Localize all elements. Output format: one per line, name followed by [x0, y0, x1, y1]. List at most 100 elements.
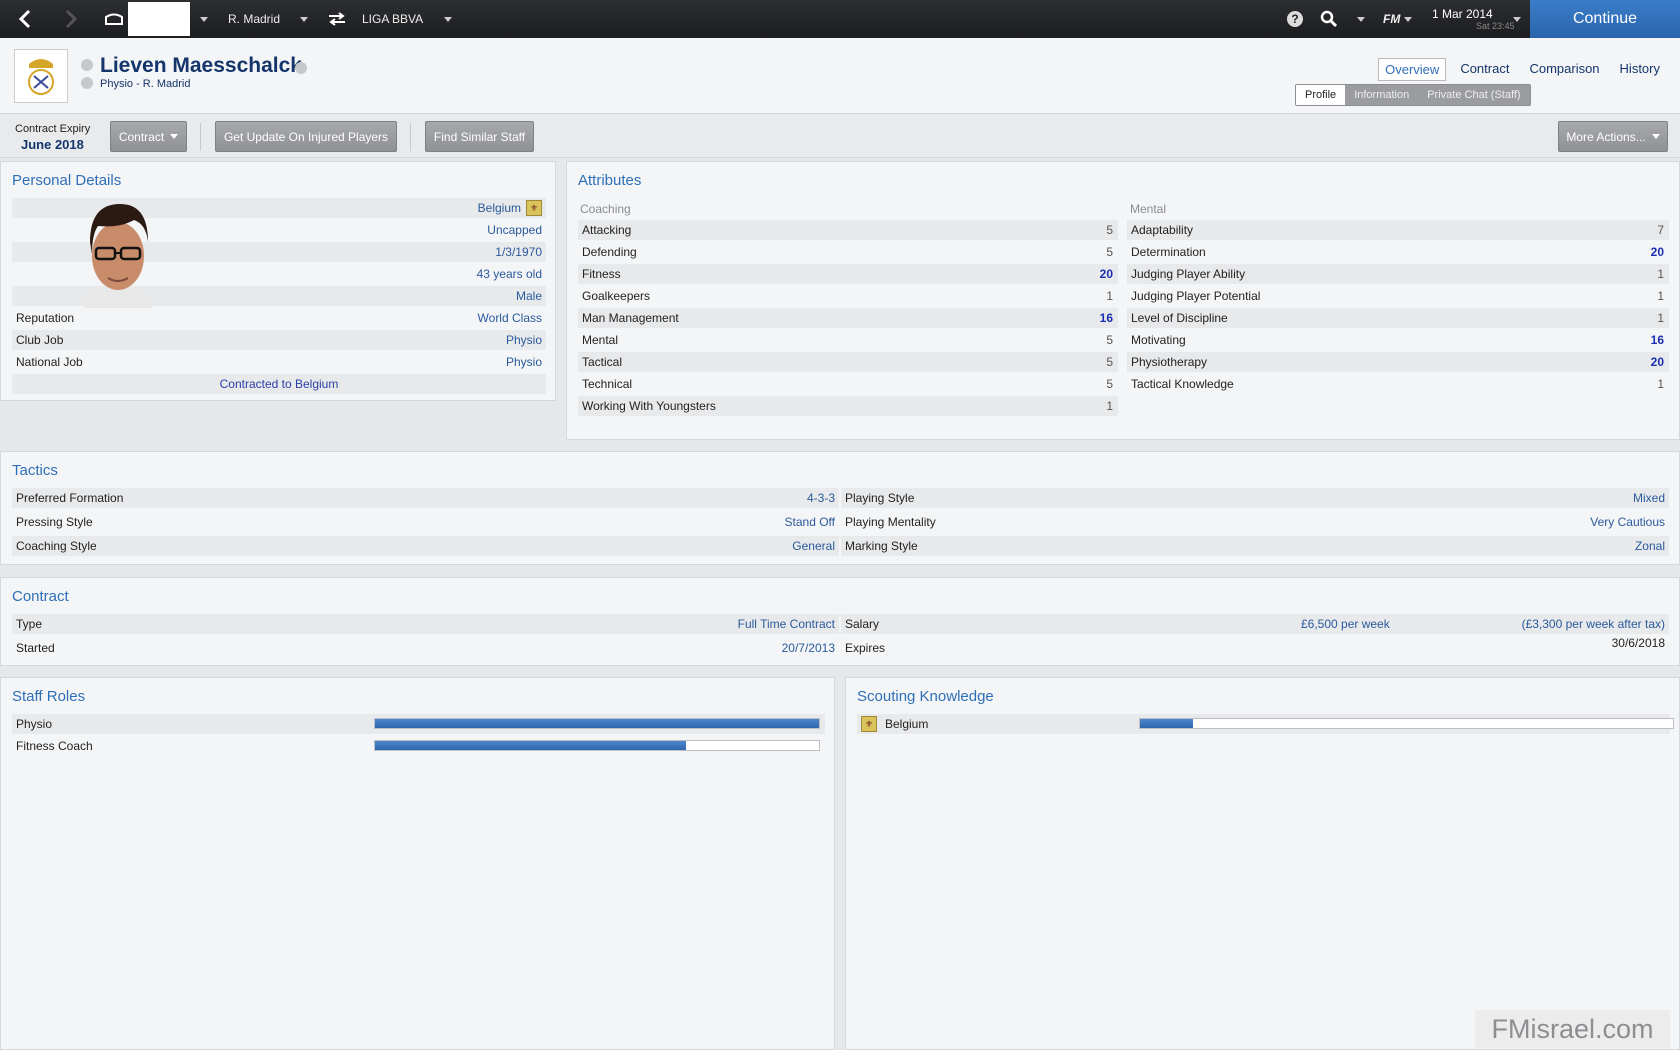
more-actions-button[interactable]: More Actions... [1558, 121, 1668, 152]
attribute-name: Judging Player Ability [1131, 267, 1246, 281]
attribute-row: Motivating 16 [1127, 330, 1669, 350]
date-dropdown[interactable] [1513, 0, 1521, 38]
subtab-information[interactable]: Information [1345, 85, 1418, 105]
tab-overview[interactable]: Overview [1378, 58, 1447, 81]
injury-update-button[interactable]: Get Update On Injured Players [215, 121, 397, 152]
forward-button[interactable] [64, 0, 78, 38]
contracted-to-link[interactable]: Contracted to Belgium [220, 377, 339, 391]
league-dropdown[interactable] [444, 0, 452, 38]
attribute-name: Determination [1131, 245, 1206, 259]
belgium-flag-icon: ⚜ [526, 200, 542, 216]
pressing-style-value: Stand Off [784, 515, 835, 529]
actions-bar: Contract Expiry June 2018 Contract Get U… [0, 115, 1680, 158]
attribute-name: Goalkeepers [582, 289, 651, 303]
tab-history[interactable]: History [1614, 58, 1666, 81]
expires-row: Expires 30/6/2018 [841, 636, 1669, 658]
current-time: Sat 23:45 [1476, 21, 1515, 31]
search-button[interactable] [1320, 0, 1338, 38]
tab-contract[interactable]: Contract [1454, 58, 1515, 81]
coaching-section-label: Coaching [580, 202, 631, 216]
preferred-formation-value: 4-3-3 [806, 491, 835, 505]
expires-value: 30/6/2018 [1611, 636, 1665, 650]
playing-mentality-row: Playing Mentality Very Cautious [841, 512, 1669, 532]
attribute-value: 20 [1650, 355, 1664, 369]
swap-icon [329, 12, 345, 26]
attribute-value: 5 [1106, 355, 1113, 369]
club-dropdown[interactable] [300, 0, 308, 38]
subtab-profile[interactable]: Profile [1296, 85, 1346, 105]
belgium-flag-icon: ⚜ [861, 716, 877, 732]
salary-row: Salary £6,500 per week (£3,300 per week … [841, 614, 1669, 634]
contract-button[interactable]: Contract [110, 121, 187, 152]
national-job-row: National Job Physio [12, 352, 546, 372]
staff-role-name: Physio [16, 717, 53, 731]
attribute-value: 7 [1657, 223, 1664, 237]
attribute-row: Man Management 16 [578, 308, 1118, 328]
home-dropdown[interactable] [200, 0, 208, 38]
swap-button[interactable] [328, 0, 346, 38]
fm-logo: FM [1383, 12, 1401, 26]
back-button[interactable] [18, 0, 32, 38]
attribute-name: Tactical Knowledge [1131, 377, 1234, 391]
name-dropdown-icon[interactable] [295, 62, 307, 74]
attribute-name: Level of Discipline [1131, 311, 1228, 325]
current-date: 1 Mar 2014 [1432, 7, 1493, 21]
tab-comparison[interactable]: Comparison [1523, 58, 1605, 81]
attribute-name: Man Management [582, 311, 679, 325]
club-job-label: Club Job [16, 333, 64, 347]
search-dropdown[interactable] [1357, 0, 1365, 38]
attribute-row: Physiotherapy 20 [1127, 352, 1669, 372]
league-button[interactable]: LIGA BBVA [362, 0, 423, 38]
staff-name: Lieven Maesschalck [100, 54, 302, 77]
home-button[interactable] [104, 0, 124, 38]
attribute-value: 5 [1106, 223, 1113, 237]
staff-role-club: Physio - R. Madrid [100, 78, 191, 90]
contract-panel: Contract Type Full Time Contract Started 2… [0, 577, 1680, 666]
preferred-formation-row: Preferred Formation 4-3-3 [12, 488, 839, 508]
find-similar-staff-button[interactable]: Find Similar Staff [425, 121, 534, 152]
caps-value: Uncapped [487, 223, 542, 237]
staff-roles-title: Staff Roles [12, 688, 86, 705]
help-button[interactable]: ? [1286, 0, 1304, 38]
fm-menu[interactable]: FM [1383, 0, 1413, 38]
contract-expiry-value: June 2018 [21, 137, 84, 152]
nationality-value[interactable]: Belgium [478, 201, 521, 215]
subtab-private-chat[interactable]: Private Chat (Staff) [1418, 85, 1529, 105]
redacted-box [128, 2, 190, 36]
level-bar-fill [1140, 719, 1194, 728]
club-name: R. Madrid [228, 12, 281, 26]
attribute-value: 16 [1650, 333, 1664, 347]
playing-style-row: Playing Style Mixed [841, 488, 1669, 508]
reputation-row: Reputation World Class [12, 308, 546, 328]
contract-button-label: Contract [118, 129, 165, 144]
more-actions-label: More Actions... [1566, 129, 1646, 144]
gender-value: Male [515, 289, 542, 303]
watermark: FMisrael.com [1475, 1010, 1670, 1048]
tactics-panel: Tactics Preferred Formation 4-3-3 Pressin… [0, 451, 1680, 565]
pressing-style-row: Pressing Style Stand Off [12, 512, 839, 532]
attribute-name: Tactical [582, 355, 623, 369]
info-dot-icon[interactable] [81, 59, 93, 71]
playing-mentality-label: Playing Mentality [845, 515, 936, 529]
scouting-region-name[interactable]: Belgium [885, 717, 928, 731]
reputation-label: Reputation [16, 311, 75, 325]
salary-label: Salary [845, 617, 880, 631]
playing-style-value: Mixed [1632, 491, 1665, 505]
national-job-value: Physio [505, 355, 542, 369]
back-icon [18, 9, 31, 29]
attribute-row: Adaptability 7 [1127, 220, 1669, 240]
club-crest-icon [14, 49, 68, 103]
scouting-knowledge-title: Scouting Knowledge [857, 688, 994, 705]
info-dot-icon[interactable] [81, 77, 93, 89]
continue-button[interactable]: Continue [1530, 0, 1680, 38]
scouting-knowledge-panel: Scouting Knowledge ⚜ Belgium [845, 677, 1680, 1050]
svg-text:?: ? [1291, 12, 1298, 26]
staff-roles-panel: Staff Roles Physio Fitness Coach [0, 677, 835, 1050]
preferred-formation-label: Preferred Formation [16, 491, 124, 505]
dob-value: 1/3/1970 [495, 245, 542, 259]
playing-mentality-value: Very Cautious [1590, 515, 1665, 529]
attribute-name: Fitness [582, 267, 621, 281]
attribute-row: Judging Player Ability 1 [1127, 264, 1669, 284]
date-display[interactable]: 1 Mar 2014 Sat 23:45 [1432, 0, 1515, 38]
club-button[interactable]: R. Madrid [228, 0, 280, 38]
